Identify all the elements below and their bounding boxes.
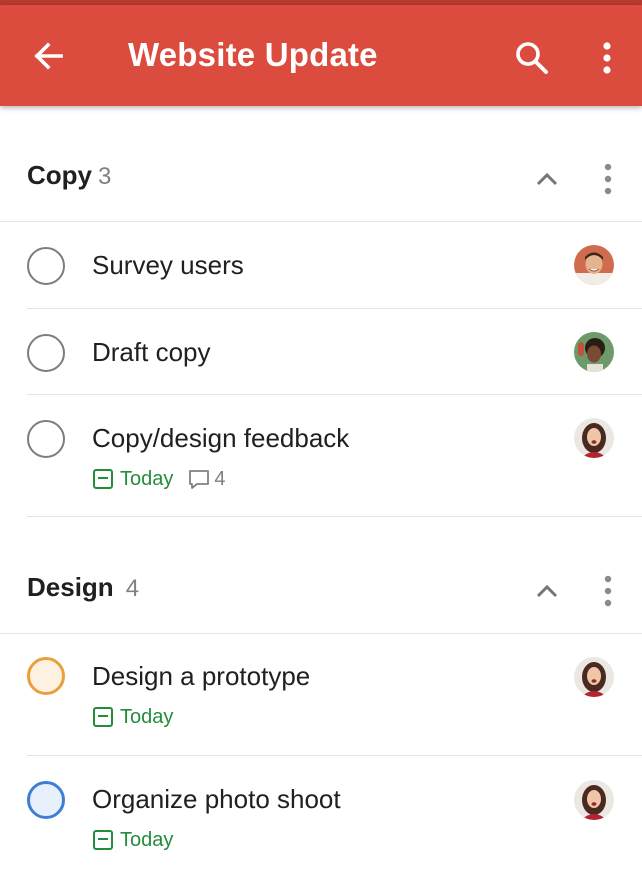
task-meta: Today 4 (92, 466, 226, 492)
due-date: Today (120, 467, 174, 490)
task-checkbox-priority-orange[interactable] (27, 657, 65, 695)
search-icon[interactable] (512, 38, 552, 78)
arrow-left-icon[interactable] (28, 36, 68, 76)
task-title: Design a prototype (92, 661, 311, 691)
chevron-up-icon[interactable] (531, 575, 563, 607)
task-row[interactable]: Survey users (0, 222, 642, 309)
task-checkbox[interactable] (27, 420, 65, 458)
section-more-icon[interactable] (596, 572, 620, 610)
task-row[interactable]: Draft copy (0, 309, 642, 395)
section-title: Design (27, 572, 114, 602)
chevron-up-icon[interactable] (531, 163, 563, 195)
avatar-woman-red-top (574, 657, 614, 697)
avatar-woman-red-top (574, 418, 614, 458)
task-title: Copy/design feedback (92, 423, 350, 453)
section-title: Copy (27, 160, 92, 190)
task-title: Organize photo shoot (92, 784, 341, 814)
due-date: Today (120, 705, 174, 728)
task-checkbox[interactable] (27, 247, 65, 285)
calendar-icon (93, 707, 113, 727)
section-header-copy: Copy 3 (0, 136, 642, 222)
task-meta: Today (92, 704, 173, 730)
more-vertical-icon[interactable] (592, 38, 622, 78)
section-header-design: Design 4 (0, 548, 642, 634)
calendar-icon (93, 830, 113, 850)
task-title: Draft copy (92, 337, 211, 367)
section-more-icon[interactable] (596, 160, 620, 198)
comment-icon (189, 470, 210, 489)
task-row[interactable]: Copy/design feedback Today 4 (0, 395, 642, 517)
comment-count: 4 (214, 467, 226, 490)
task-checkbox-priority-blue[interactable] (27, 781, 65, 819)
calendar-icon (93, 469, 113, 489)
project-title: Website Update (128, 36, 378, 73)
task-checkbox[interactable] (27, 334, 65, 372)
avatar-man-smiling (574, 245, 614, 285)
avatar-woman-green-background (574, 332, 614, 372)
task-row[interactable]: Organize photo shoot Today (0, 756, 642, 884)
section-task-count: 4 (125, 575, 140, 602)
avatar-woman-red-top (574, 780, 614, 820)
row-divider (27, 516, 642, 517)
task-meta: Today (92, 827, 173, 853)
due-date: Today (120, 828, 174, 851)
app-bar: Website Update (0, 5, 642, 106)
section-task-count: 3 (98, 163, 112, 190)
task-row[interactable]: Design a prototype Today (0, 634, 642, 756)
task-title: Survey users (92, 250, 244, 280)
